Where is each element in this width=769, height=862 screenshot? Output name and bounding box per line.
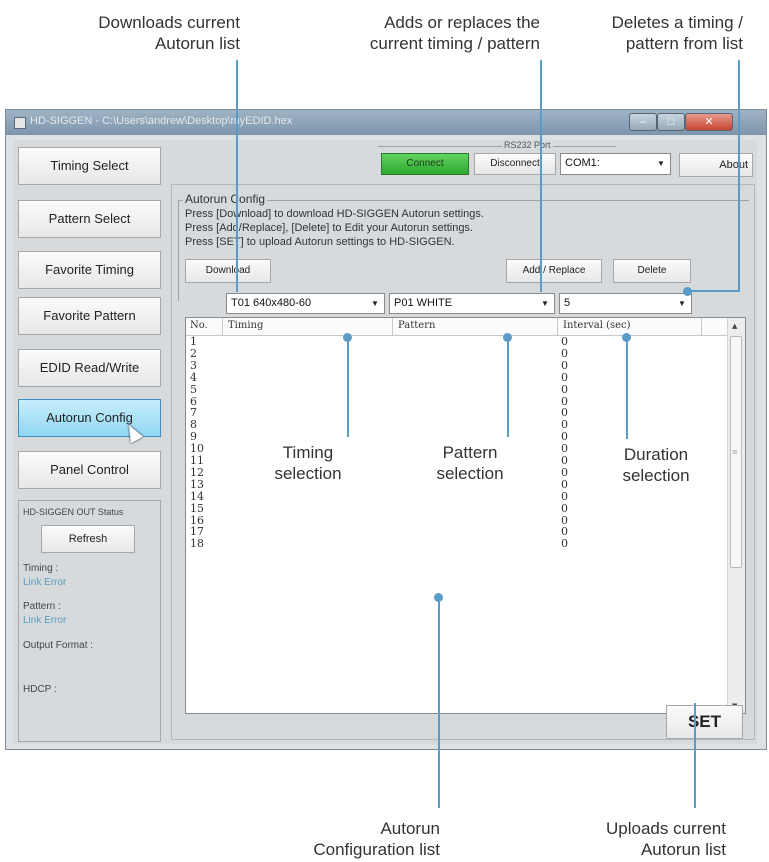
com-port-select[interactable]: COM1: ▼ bbox=[560, 153, 671, 175]
column-header-pattern[interactable]: Pattern bbox=[398, 320, 435, 331]
pattern-select[interactable]: P01 WHITE ▼ bbox=[389, 293, 555, 314]
leader-dot bbox=[434, 593, 443, 602]
autorun-list-table[interactable]: No. Timing Pattern Interval (sec) 102030… bbox=[185, 317, 746, 714]
callout-delete: Deletes a timing / pattern from list bbox=[611, 13, 743, 53]
row-interval: 0 bbox=[561, 537, 568, 551]
chevron-down-icon[interactable]: ▼ bbox=[654, 156, 668, 171]
timing-select[interactable]: T01 640x480-60 ▼ bbox=[226, 293, 385, 314]
chevron-down-icon[interactable]: ▼ bbox=[538, 296, 552, 311]
leader-line bbox=[738, 60, 740, 290]
leader-line bbox=[438, 598, 440, 808]
minimize-button[interactable]: – bbox=[629, 113, 657, 131]
set-button[interactable]: SET bbox=[666, 705, 743, 739]
leader-dot bbox=[683, 287, 692, 296]
app-window: HD-SIGGEN - C:\Users\andrew\Desktop\myED… bbox=[5, 109, 767, 750]
add-replace-button[interactable]: Add / Replace bbox=[506, 259, 602, 283]
close-button[interactable]: ✕ bbox=[685, 113, 733, 131]
table-scrollbar[interactable]: ▲ ≡ ▼ bbox=[727, 318, 745, 713]
disconnect-button[interactable]: Disconnect bbox=[474, 153, 556, 175]
output-format-label: Output Format : bbox=[23, 640, 94, 651]
callout-pattern-selection: Pattern selection bbox=[436, 443, 504, 483]
app-icon bbox=[14, 117, 26, 129]
timing-select-value: T01 640x480-60 bbox=[231, 297, 312, 309]
row-number: 18 bbox=[190, 537, 204, 551]
pattern-status-value: Link Error bbox=[23, 615, 67, 626]
status-title: HD-SIGGEN OUT Status bbox=[23, 507, 124, 517]
leader-line bbox=[540, 60, 542, 292]
instruction-line: Press [SET] to upload Autorun settings t… bbox=[185, 236, 455, 248]
download-button[interactable]: Download bbox=[185, 259, 271, 283]
instruction-line: Press [Download] to download HD-SIGGEN A… bbox=[185, 208, 484, 220]
title-bar[interactable]: HD-SIGGEN - C:\Users\andrew\Desktop\myED… bbox=[6, 110, 766, 135]
callout-duration-selection: Duration selection bbox=[622, 445, 690, 485]
table-row[interactable]: 17 0 bbox=[186, 525, 728, 538]
connect-button[interactable]: Connect bbox=[381, 153, 469, 175]
leader-line bbox=[347, 337, 349, 437]
table-row[interactable]: 10 bbox=[186, 335, 728, 348]
timing-status-value: Link Error bbox=[23, 577, 67, 588]
autorun-group-label: Autorun Config bbox=[183, 192, 268, 206]
leader-dot bbox=[622, 333, 631, 342]
nav-favorite-pattern[interactable]: Favorite Pattern bbox=[18, 297, 161, 335]
delete-button[interactable]: Delete bbox=[613, 259, 691, 283]
rs232-label: RS232 Port bbox=[502, 140, 553, 150]
leader-line bbox=[236, 60, 238, 292]
column-header-interval[interactable]: Interval (sec) bbox=[563, 320, 631, 331]
grip-icon: ≡ bbox=[732, 448, 738, 456]
instruction-line: Press [Add/Replace], [Delete] to Edit yo… bbox=[185, 222, 473, 234]
timing-status-label: Timing : bbox=[23, 563, 59, 574]
leader-dot bbox=[503, 333, 512, 342]
callout-timing-selection: Timing selection bbox=[274, 443, 342, 483]
callout-autorun-list: Autorun Configuration list bbox=[313, 819, 440, 859]
nav-panel-control[interactable]: Panel Control bbox=[18, 451, 161, 489]
column-header-no[interactable]: No. bbox=[190, 320, 208, 331]
callout-downloads: Downloads current Autorun list bbox=[98, 13, 240, 53]
table-row[interactable]: 15 0 bbox=[186, 502, 728, 515]
leader-dot bbox=[343, 333, 352, 342]
interval-select[interactable]: 5 ▼ bbox=[559, 293, 692, 314]
table-row[interactable]: 40 bbox=[186, 371, 728, 384]
pattern-status-label: Pattern : bbox=[23, 601, 61, 612]
nav-pattern-select[interactable]: Pattern Select bbox=[18, 200, 161, 238]
nav-favorite-timing[interactable]: Favorite Timing bbox=[18, 251, 161, 289]
callout-uploads: Uploads current Autorun list bbox=[605, 819, 726, 859]
about-button[interactable]: About bbox=[679, 153, 753, 177]
chevron-down-icon[interactable]: ▼ bbox=[368, 296, 382, 311]
table-row[interactable]: 18 0 bbox=[186, 537, 728, 551]
table-header: No. Timing Pattern Interval (sec) bbox=[186, 318, 728, 336]
callout-add-replace: Adds or replaces the current timing / pa… bbox=[369, 13, 540, 53]
pattern-select-value: P01 WHITE bbox=[394, 297, 453, 309]
table-row[interactable]: 20 bbox=[186, 347, 728, 360]
output-status-panel: HD-SIGGEN OUT Status Refresh Timing : Li… bbox=[18, 500, 161, 742]
nav-edid-read-write[interactable]: EDID Read/Write bbox=[18, 349, 161, 387]
table-row[interactable]: 50 bbox=[186, 383, 728, 396]
leader-line bbox=[507, 337, 509, 437]
leader-line bbox=[626, 337, 628, 439]
nav-timing-select[interactable]: Timing Select bbox=[18, 147, 161, 185]
chevron-down-icon[interactable]: ▼ bbox=[675, 296, 689, 311]
leader-line bbox=[687, 290, 740, 292]
column-header-timing[interactable]: Timing bbox=[228, 320, 263, 331]
table-row[interactable]: 14 0 bbox=[186, 490, 728, 503]
window-title: HD-SIGGEN - C:\Users\andrew\Desktop\myED… bbox=[30, 115, 293, 127]
interval-select-value: 5 bbox=[564, 297, 571, 309]
hdcp-label: HDCP : bbox=[23, 684, 57, 695]
leader-line bbox=[694, 703, 696, 808]
scroll-up-icon[interactable]: ▲ bbox=[732, 322, 737, 330]
maximize-button[interactable]: □ bbox=[657, 113, 685, 131]
table-row[interactable]: 60 bbox=[186, 395, 728, 408]
refresh-button[interactable]: Refresh bbox=[41, 525, 135, 553]
table-row[interactable]: 70 bbox=[186, 406, 728, 419]
com-port-value: COM1: bbox=[565, 157, 600, 169]
table-row[interactable]: 16 0 bbox=[186, 514, 728, 527]
client-area: Timing Select Pattern Select Favorite Ti… bbox=[14, 140, 757, 744]
table-row[interactable]: 80 bbox=[186, 418, 728, 431]
table-row[interactable]: 30 bbox=[186, 359, 728, 372]
